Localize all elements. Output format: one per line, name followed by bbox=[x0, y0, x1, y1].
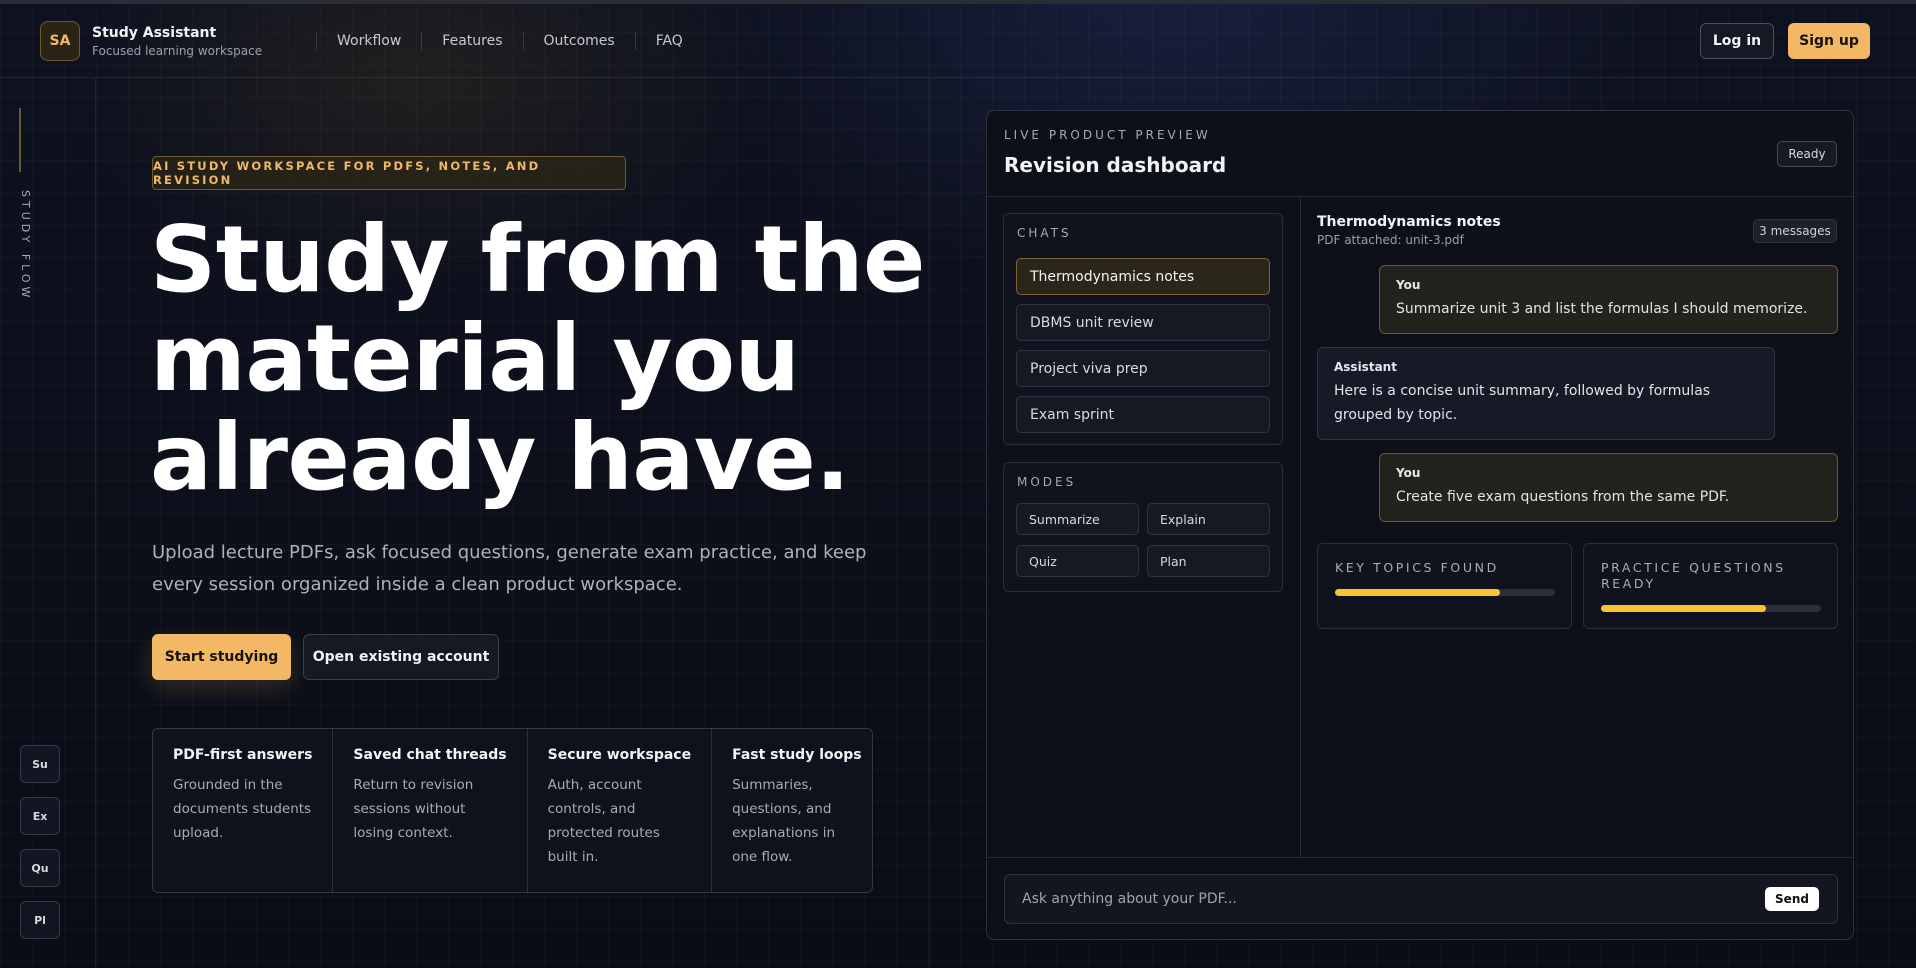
send-button[interactable]: Send bbox=[1765, 887, 1819, 911]
progress-track bbox=[1335, 589, 1555, 596]
nav-link-faq[interactable]: FAQ bbox=[636, 33, 703, 49]
hero-title-line: Study from the bbox=[150, 206, 925, 313]
message-author: You bbox=[1396, 466, 1421, 480]
brand-tagline: Focused learning workspace bbox=[92, 44, 263, 58]
hero-title-line: already have. bbox=[150, 404, 850, 511]
hero-eyebrow-badge: AI STUDY WORKSPACE FOR PDFS, NOTES, AND … bbox=[152, 156, 626, 190]
stat-practice-questions: PRACTICE QUESTIONS READY bbox=[1583, 543, 1838, 629]
modes-panel: MODES Summarize Explain Quiz Plan bbox=[1003, 462, 1283, 592]
nav-links: Workflow Features Outcomes FAQ bbox=[316, 28, 703, 54]
feature-title: Secure workspace bbox=[547, 747, 692, 763]
stat-key-topics: KEY TOPICS FOUND bbox=[1317, 543, 1572, 629]
login-button[interactable]: Log in bbox=[1700, 23, 1774, 59]
message-text: Create five exam questions from the same… bbox=[1396, 489, 1730, 505]
composer: Send bbox=[1004, 874, 1838, 924]
message-user: You Summarize unit 3 and list the formul… bbox=[1379, 265, 1838, 334]
logo-badge[interactable]: SA bbox=[40, 21, 80, 61]
feature-card: Secure workspace Auth, account controls,… bbox=[528, 729, 713, 892]
chat-item-thermodynamics[interactable]: Thermodynamics notes bbox=[1016, 258, 1270, 295]
product-preview-panel: LIVE PRODUCT PREVIEW Revision dashboard … bbox=[986, 110, 1854, 940]
preview-title: Revision dashboard bbox=[1004, 153, 1227, 177]
message-assistant: Assistant Here is a concise unit summary… bbox=[1317, 347, 1775, 440]
conversation-title: Thermodynamics notes bbox=[1317, 214, 1501, 230]
progress-fill bbox=[1335, 589, 1500, 596]
rail-divider bbox=[95, 78, 96, 968]
message-user: You Create five exam questions from the … bbox=[1379, 453, 1838, 522]
stat-label: PRACTICE QUESTIONS READY bbox=[1601, 560, 1786, 591]
rail-label: STUDY FLOW bbox=[19, 190, 32, 302]
feature-title: Fast study loops bbox=[732, 747, 862, 763]
open-account-button[interactable]: Open existing account bbox=[303, 634, 499, 680]
feature-description: Summaries, questions, and explanations i… bbox=[732, 777, 836, 865]
rail-shortcut-explain[interactable]: Ex bbox=[20, 797, 60, 835]
message-author: You bbox=[1396, 278, 1421, 292]
message-author: Assistant bbox=[1334, 360, 1397, 374]
chat-item-exam-sprint[interactable]: Exam sprint bbox=[1016, 396, 1270, 433]
modes-label: MODES bbox=[1017, 475, 1077, 489]
mode-summarize-button[interactable]: Summarize bbox=[1016, 503, 1139, 535]
nav-link-workflow[interactable]: Workflow bbox=[317, 33, 421, 49]
feature-card: Fast study loops Summaries, questions, a… bbox=[712, 729, 882, 892]
progress-track bbox=[1601, 605, 1821, 612]
hero-title-line: material you bbox=[150, 305, 800, 412]
feature-grid: PDF-first answers Grounded in the docume… bbox=[152, 728, 873, 893]
preview-eyebrow: LIVE PRODUCT PREVIEW bbox=[1004, 128, 1211, 142]
mode-plan-button[interactable]: Plan bbox=[1147, 545, 1270, 577]
feature-title: PDF-first answers bbox=[173, 747, 313, 763]
message-text: Summarize unit 3 and list the formulas I… bbox=[1396, 301, 1808, 317]
stat-label: KEY TOPICS FOUND bbox=[1335, 560, 1499, 575]
chat-item-viva[interactable]: Project viva prep bbox=[1016, 350, 1270, 387]
message-text: Here is a concise unit summary, followed… bbox=[1334, 383, 1711, 423]
feature-card: Saved chat threads Return to revision se… bbox=[333, 729, 528, 892]
brand-name[interactable]: Study Assistant bbox=[92, 25, 216, 41]
feature-description: Return to revision sessions without losi… bbox=[353, 777, 474, 841]
feature-description: Auth, account controls, and protected ro… bbox=[547, 777, 660, 865]
mode-quiz-button[interactable]: Quiz bbox=[1016, 545, 1139, 577]
rail-shortcut-plan[interactable]: Pl bbox=[20, 901, 60, 939]
preview-column-divider bbox=[1300, 197, 1301, 857]
top-nav: SA Study Assistant Focused learning work… bbox=[0, 4, 1916, 78]
rail-accent-line bbox=[19, 108, 21, 172]
progress-fill bbox=[1601, 605, 1766, 612]
composer-divider bbox=[987, 857, 1853, 858]
chats-list: CHATS Thermodynamics notes DBMS unit rev… bbox=[1003, 213, 1283, 445]
rail-shortcut-quiz[interactable]: Qu bbox=[20, 849, 60, 887]
rail-shortcut-summarize[interactable]: Su bbox=[20, 745, 60, 783]
start-studying-button[interactable]: Start studying bbox=[152, 634, 291, 680]
mode-explain-button[interactable]: Explain bbox=[1147, 503, 1270, 535]
status-badge: Ready bbox=[1777, 141, 1837, 167]
attachment-label: PDF attached: unit-3.pdf bbox=[1317, 233, 1464, 247]
chat-item-dbms[interactable]: DBMS unit review bbox=[1016, 304, 1270, 341]
nav-link-features[interactable]: Features bbox=[422, 33, 522, 49]
feature-card: PDF-first answers Grounded in the docume… bbox=[153, 729, 334, 892]
signup-button[interactable]: Sign up bbox=[1788, 23, 1870, 59]
column-divider bbox=[929, 78, 930, 968]
chats-label: CHATS bbox=[1017, 226, 1072, 240]
message-count-badge: 3 messages bbox=[1753, 219, 1837, 243]
hero-subtitle: Upload lecture PDFs, ask focused questio… bbox=[152, 542, 867, 595]
preview-header: LIVE PRODUCT PREVIEW Revision dashboard … bbox=[987, 111, 1853, 197]
ask-input[interactable] bbox=[1006, 876, 1746, 922]
feature-title: Saved chat threads bbox=[353, 747, 507, 763]
feature-description: Grounded in the documents students uploa… bbox=[173, 777, 312, 841]
hero-title: Study from the material you already have… bbox=[150, 206, 925, 511]
nav-link-outcomes[interactable]: Outcomes bbox=[524, 33, 635, 49]
